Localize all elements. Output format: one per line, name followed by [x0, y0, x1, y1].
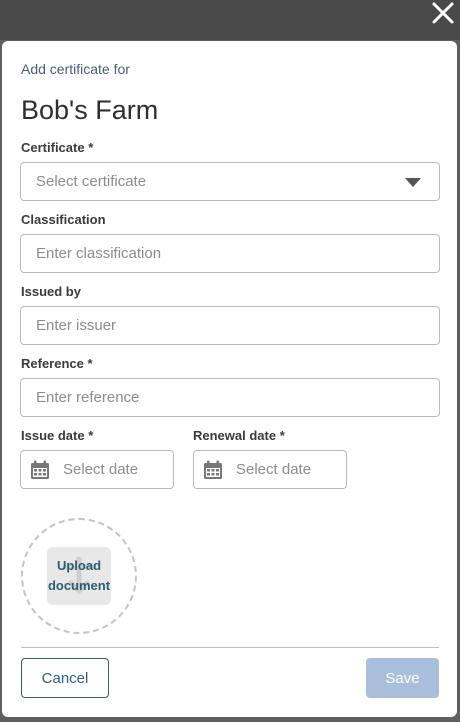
calendar-icon — [204, 460, 222, 479]
calendar-icon — [31, 460, 49, 479]
reference-input[interactable]: Enter reference — [20, 378, 440, 417]
reference-placeholder: Enter reference — [36, 389, 140, 406]
issue-date-label: Issue date * — [21, 428, 94, 443]
page-backdrop — [0, 0, 460, 40]
certificate-select[interactable]: Select certificate — [20, 162, 440, 201]
issued-by-label: Issued by — [21, 284, 81, 299]
certificate-placeholder: Select certificate — [36, 173, 147, 190]
classification-label: Classification — [21, 212, 106, 227]
close-icon[interactable] — [430, 0, 458, 26]
renewal-date-picker[interactable]: Select date — [193, 450, 347, 489]
issue-date-picker[interactable]: Select date — [20, 450, 174, 489]
footer-divider — [21, 647, 439, 648]
upload-placeholder: Upload document — [47, 547, 111, 605]
certificate-label: Certificate * — [21, 140, 94, 155]
add-certificate-dialog: Add certificate for Bob's Farm Certifica… — [2, 41, 457, 717]
upload-document-button[interactable]: Upload document — [21, 518, 137, 634]
cancel-button[interactable]: Cancel — [21, 658, 109, 698]
renewal-date-label: Renewal date * — [193, 428, 285, 443]
upload-label-line2: document — [47, 578, 111, 593]
dialog-title: Bob's Farm — [21, 95, 159, 125]
issuer-input[interactable]: Enter issuer — [20, 306, 440, 345]
renewal-date-placeholder: Select date — [236, 461, 312, 478]
save-button[interactable]: Save — [366, 658, 439, 698]
chevron-down-icon — [405, 178, 421, 187]
classification-input[interactable]: Enter classification — [20, 234, 440, 273]
upload-label: Upload document — [48, 556, 110, 596]
dialog-subtitle: Add certificate for — [21, 61, 130, 77]
issue-date-placeholder: Select date — [63, 461, 139, 478]
issuer-placeholder: Enter issuer — [36, 317, 117, 334]
classification-placeholder: Enter classification — [36, 245, 162, 262]
reference-label: Reference * — [21, 356, 93, 371]
upload-label-line1: Upload — [56, 558, 102, 573]
